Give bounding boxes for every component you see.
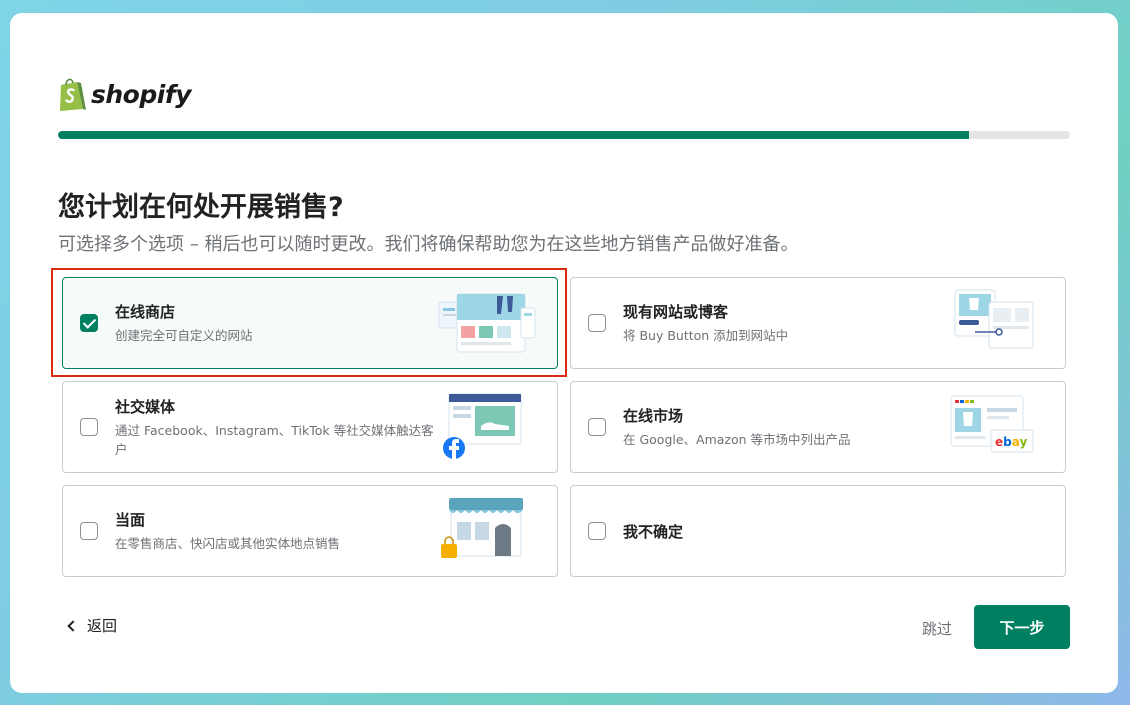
in-person-store-illustration xyxy=(441,498,523,558)
checkbox-social-media[interactable] xyxy=(80,418,98,436)
option-title: 在线商店 xyxy=(115,303,176,321)
option-description: 在零售商店、快闪店或其他实体地点销售 xyxy=(115,536,341,551)
chevron-left-icon xyxy=(67,619,79,632)
progress-bar xyxy=(58,131,1070,139)
back-label: 返回 xyxy=(87,617,118,635)
marketplace-illustration: ebay xyxy=(950,395,1034,453)
skip-button[interactable]: 跳过 xyxy=(922,618,952,639)
onboarding-card: shopify 您计划在何处开展销售? 可选择多个选项 – 稍后也可以随时更改。… xyxy=(10,13,1118,693)
option-social-media[interactable]: 社交媒体 通过 Facebook、Instagram、TikTok 等社交媒体触… xyxy=(62,381,558,473)
checkbox-in-person[interactable] xyxy=(80,522,98,540)
progress-bar-fill xyxy=(58,131,969,139)
option-title: 我不确定 xyxy=(623,522,684,541)
shopify-logo: shopify xyxy=(57,76,192,112)
option-in-person[interactable]: 当面 在零售商店、快闪店或其他实体地点销售 xyxy=(62,485,558,577)
option-description: 通过 Facebook、Instagram、TikTok 等社交媒体触达客户 xyxy=(115,422,434,457)
option-title: 在线市场 xyxy=(623,407,684,425)
checkbox-not-sure[interactable] xyxy=(588,522,606,540)
option-title: 社交媒体 xyxy=(115,397,176,416)
checkbox-online-store[interactable] xyxy=(80,314,98,332)
website-blog-illustration xyxy=(954,289,1034,349)
checkbox-existing-website[interactable] xyxy=(588,314,606,332)
next-button[interactable]: 下一步 xyxy=(974,605,1070,649)
online-store-illustration xyxy=(438,293,536,353)
option-description: 创建完全可自定义的网站 xyxy=(115,328,253,343)
page-title: 您计划在何处开展销售? xyxy=(58,192,344,223)
option-marketplace[interactable]: 在线市场 在 Google、Amazon 等市场中列出产品 ebay xyxy=(570,381,1066,473)
option-title: 现有网站或博客 xyxy=(623,303,729,321)
option-description: 在 Google、Amazon 等市场中列出产品 xyxy=(623,432,851,447)
back-button[interactable]: 返回 xyxy=(66,615,117,636)
brand-name: shopify xyxy=(91,79,192,109)
shopify-bag-icon xyxy=(60,78,86,111)
page-subtitle: 可选择多个选项 – 稍后也可以随时更改。我们将确保帮助您为在这些地方销售产品做好… xyxy=(58,234,799,255)
ebay-logo: ebay xyxy=(995,435,1027,449)
option-online-store[interactable]: 在线商店 创建完全可自定义的网站 xyxy=(62,277,558,369)
option-description: 将 Buy Button 添加到网站中 xyxy=(623,328,789,343)
option-title: 当面 xyxy=(115,511,146,529)
social-media-illustration xyxy=(443,393,522,459)
checkbox-marketplace[interactable] xyxy=(588,418,606,436)
option-not-sure[interactable]: 我不确定 xyxy=(570,485,1066,577)
option-existing-website[interactable]: 现有网站或博客 将 Buy Button 添加到网站中 xyxy=(570,277,1066,369)
